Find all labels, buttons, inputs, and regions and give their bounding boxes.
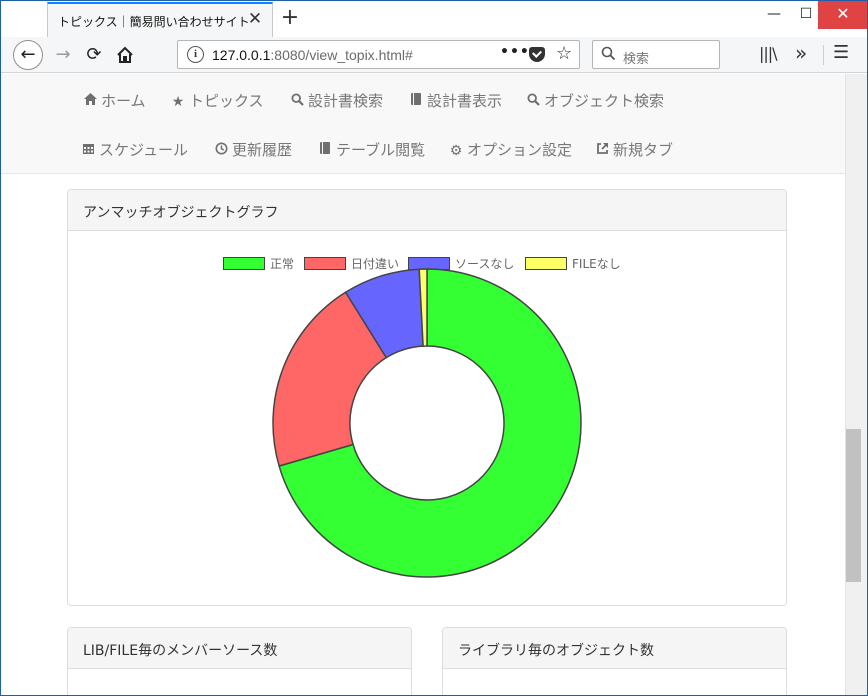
search-placeholder: 検索 bbox=[623, 52, 650, 67]
nav-home[interactable]: ホーム bbox=[81, 90, 146, 111]
calendar-icon bbox=[79, 142, 97, 159]
panel-title: LIB/FILE毎のメンバーソース数 bbox=[83, 643, 278, 659]
browser-tab-active[interactable]: トピックス｜簡易問い合わせサイト ✕ bbox=[47, 2, 273, 37]
url-path: :8080/view_topix.html# bbox=[270, 47, 413, 63]
pocket-icon[interactable] bbox=[529, 47, 545, 62]
nav-topics[interactable]: ★ トピックス bbox=[169, 90, 264, 111]
external-link-icon bbox=[593, 142, 611, 159]
nav-spec-view[interactable]: 設計書表示 bbox=[407, 90, 502, 111]
nav-object-search[interactable]: オブジェクト検索 bbox=[524, 90, 664, 111]
page-scrollbar[interactable] bbox=[845, 74, 867, 695]
panel-heading: LIB/FILE毎のメンバーソース数 bbox=[68, 628, 411, 669]
gear-icon: ⚙ bbox=[449, 143, 463, 159]
tab-title: トピックス｜簡易問い合わせサイト bbox=[58, 15, 250, 29]
nav-options-label: オプション設定 bbox=[467, 141, 573, 159]
nav-update-history-label: 更新履歴 bbox=[232, 141, 293, 159]
nav-table-browse-label: テーブル閲覧 bbox=[336, 141, 426, 159]
clock-icon bbox=[212, 142, 230, 159]
overflow-icon[interactable]: » bbox=[795, 41, 807, 65]
browser-window: トピックス｜簡易問い合わせサイト ✕ + — ☐ ✕ ← → ⟳ i 127.0… bbox=[0, 0, 868, 696]
forward-button[interactable]: → bbox=[51, 43, 75, 67]
nav-update-history[interactable]: 更新履歴 bbox=[212, 139, 292, 160]
search-icon bbox=[524, 93, 542, 110]
nav-home-label: ホーム bbox=[101, 92, 146, 110]
nav-spec-view-label: 設計書表示 bbox=[427, 92, 503, 110]
book-icon bbox=[316, 141, 334, 159]
home-button[interactable] bbox=[113, 43, 137, 67]
panel-heading: ライブラリ毎のオブジェクト数 bbox=[443, 628, 786, 669]
panel-title: ライブラリ毎のオブジェクト数 bbox=[458, 643, 654, 659]
nav-options[interactable]: ⚙ オプション設定 bbox=[447, 139, 572, 160]
nav-topics-label: トピックス bbox=[189, 92, 264, 110]
nav-new-tab[interactable]: 新規タブ bbox=[593, 139, 673, 160]
search-icon bbox=[288, 93, 306, 110]
scrollbar-thumb[interactable] bbox=[846, 429, 861, 582]
nav-table-browse[interactable]: テーブル閲覧 bbox=[316, 139, 425, 160]
url-text[interactable]: 127.0.0.1:8080/view_topix.html# bbox=[212, 47, 413, 63]
search-icon bbox=[601, 46, 616, 65]
star-icon[interactable]: ☆ bbox=[556, 43, 572, 64]
address-bar[interactable]: i 127.0.0.1:8080/view_topix.html# ••• ☆ bbox=[177, 40, 580, 69]
browser-toolbar: ← → ⟳ i 127.0.0.1:8080/view_topix.html# … bbox=[1, 37, 867, 73]
nav-new-tab-label: 新規タブ bbox=[613, 141, 674, 159]
search-input[interactable]: 検索 bbox=[592, 40, 720, 69]
page-actions-icon[interactable]: ••• bbox=[500, 44, 530, 60]
back-button[interactable]: ← bbox=[13, 40, 43, 70]
home-icon bbox=[81, 92, 99, 110]
nav-object-search-label: オブジェクト検索 bbox=[544, 92, 665, 110]
library-icon[interactable]: |||\ bbox=[759, 44, 778, 63]
library-object-panel: ライブラリ毎のオブジェクト数 bbox=[442, 627, 787, 695]
nav-schedule[interactable]: スケジュール bbox=[79, 139, 188, 160]
reload-button[interactable]: ⟳ bbox=[82, 43, 106, 67]
book-icon bbox=[407, 92, 425, 110]
star-icon: ★ bbox=[171, 94, 185, 110]
close-window-button[interactable]: ✕ bbox=[818, 1, 867, 29]
unmatch-graph-panel: アンマッチオブジェクトグラフ 正常 日付違い ソースなし FILEなし bbox=[67, 189, 787, 606]
lib-file-member-panel: LIB/FILE毎のメンバーソース数 bbox=[67, 627, 412, 695]
url-host: 127.0.0.1 bbox=[212, 47, 271, 63]
nav-spec-search-label: 設計書検索 bbox=[308, 92, 384, 110]
home-icon bbox=[117, 46, 133, 63]
close-tab-icon[interactable]: ✕ bbox=[246, 10, 264, 28]
forward-arrow-icon: → bbox=[55, 44, 71, 65]
page-viewport: ホーム ★ トピックス 設計書検索 設計書表示 オブジェクト検索 スケジュール … bbox=[1, 74, 845, 695]
toolbar-divider bbox=[823, 45, 824, 65]
tab-strip: トピックス｜簡易問い合わせサイト ✕ + — ☐ ✕ bbox=[1, 1, 867, 37]
nav-spec-search[interactable]: 設計書検索 bbox=[288, 90, 383, 111]
reload-icon: ⟳ bbox=[86, 44, 102, 65]
new-tab-button[interactable]: + bbox=[279, 5, 301, 31]
back-arrow-icon: ← bbox=[20, 44, 36, 65]
nav-schedule-label: スケジュール bbox=[99, 141, 188, 159]
site-navigation: ホーム ★ トピックス 設計書検索 設計書表示 オブジェクト検索 スケジュール … bbox=[1, 74, 845, 174]
hamburger-menu-icon[interactable]: ☰ bbox=[833, 42, 849, 63]
doughnut-chart bbox=[272, 268, 582, 578]
panel-heading: アンマッチオブジェクトグラフ bbox=[68, 190, 786, 231]
panel-title: アンマッチオブジェクトグラフ bbox=[83, 205, 279, 221]
info-icon[interactable]: i bbox=[187, 46, 204, 63]
chart-area: 正常 日付違い ソースなし FILEなし bbox=[68, 231, 786, 605]
